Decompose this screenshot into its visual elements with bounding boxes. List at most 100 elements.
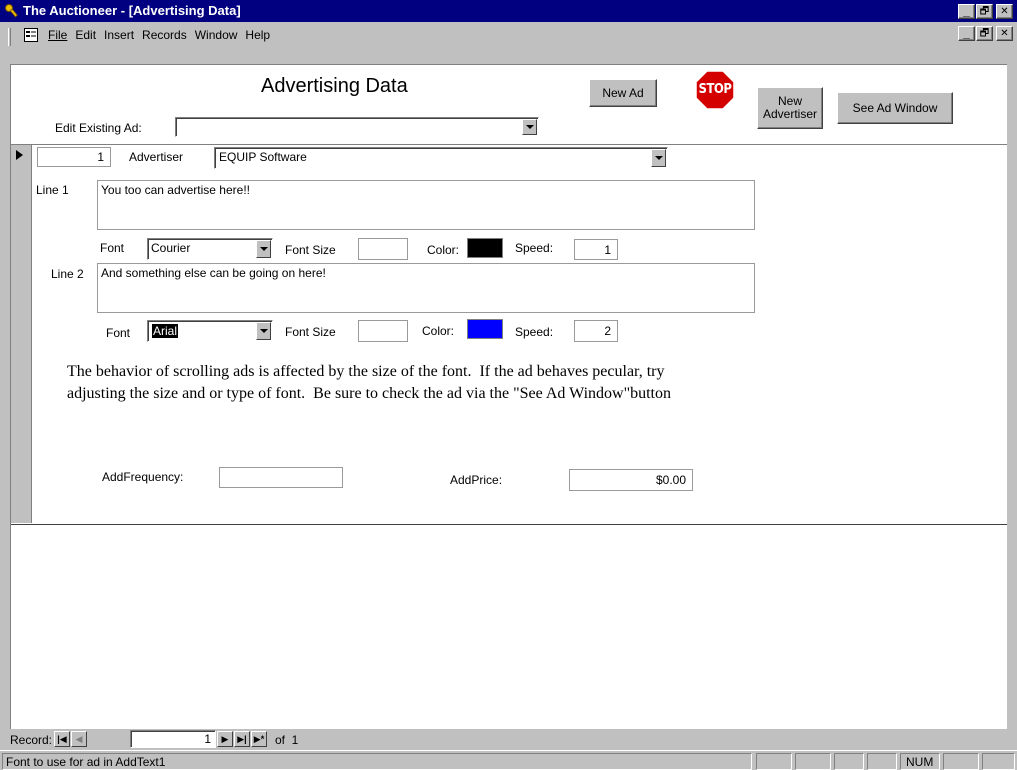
line1-font-label: Font [100,241,125,255]
status-num-panel: NUM [900,753,940,770]
status-message-panel: Font to use for ad in AddText1 [2,753,752,770]
close-icon: ✕ [1000,6,1009,17]
menu-file[interactable]: File [46,28,73,42]
add-price-label: AddPrice: [450,473,503,487]
form-header: Advertising Data New Ad STOP New Adverti… [11,65,1007,145]
add-frequency-label: AddFrequency: [102,470,184,484]
line2-font-label: Font [106,326,131,340]
previous-record-button[interactable]: ◀ [71,731,87,747]
advertiser-label: Advertiser [129,150,184,164]
dropdown-button[interactable] [651,149,666,167]
new-advertiser-button[interactable]: New Advertiser [757,87,823,129]
last-record-button[interactable]: ▶| [234,731,250,747]
form-heading: Advertising Data [261,75,408,97]
menu-help[interactable]: Help [243,28,276,42]
new-record-icon: ▶* [253,733,265,744]
line2-label: Line 2 [51,267,84,281]
line1-font-size-label: Font Size [285,243,336,257]
line2-speed-field[interactable]: 2 [574,320,618,342]
line1-color-label: Color: [427,243,460,257]
line2-color-label: Color: [422,324,455,338]
add-price-field[interactable]: $0.00 [569,469,693,491]
status-bar: Font to use for ad in AddText1 NUM [0,750,1017,770]
app-key-icon[interactable] [4,3,20,19]
line1-speed-label: Speed: [515,241,554,255]
menu-window[interactable]: Window [193,28,244,42]
menu-bar: File Edit Insert Records Window Help _ 🗗… [0,22,1017,64]
dropdown-button[interactable] [522,119,537,135]
restore-icon: 🗗 [979,28,990,39]
new-record-button[interactable]: ▶* [251,731,267,747]
line1-font-combo[interactable]: Courier [147,238,273,260]
minimize-icon: _ [963,4,970,18]
dropdown-button[interactable] [256,322,271,340]
current-record-icon [16,150,23,160]
menu-insert[interactable]: Insert [102,28,140,42]
see-ad-window-button[interactable]: See Ad Window [837,92,953,124]
next-record-button[interactable]: ▶ [217,731,233,747]
detail-section: 1 Advertiser EQUIP Software Line 1 You t… [11,145,1007,525]
chevron-down-icon [654,156,663,160]
close-button[interactable]: ✕ [996,4,1013,19]
record-navigation-bar: Record: |◀ ◀ 1 ▶ ▶| ▶* of 1 [10,729,1007,749]
record-id-field[interactable]: 1 [37,147,111,167]
chevron-down-icon [259,329,268,333]
new-ad-button[interactable]: New Ad [589,79,657,107]
restore-icon: 🗗 [979,6,990,17]
menu-records[interactable]: Records [140,28,193,42]
num-lock-indicator: NUM [906,755,934,769]
advertiser-combo[interactable]: EQUIP Software [214,147,668,169]
record-count: of 1 [275,733,299,747]
line1-font-size-field[interactable] [358,238,408,260]
first-record-icon: |◀ [57,733,67,744]
edit-existing-combo[interactable] [175,117,539,137]
line1-label: Line 1 [36,183,69,197]
add-frequency-field[interactable] [219,467,343,488]
status-message: Font to use for ad in AddText1 [6,755,166,769]
status-panel-6 [982,753,1015,770]
line2-color-swatch[interactable] [467,319,503,339]
record-label: Record: [10,733,53,747]
previous-record-icon: ◀ [75,733,83,744]
chevron-down-icon [525,125,534,129]
close-icon: ✕ [1000,28,1009,39]
status-panel-3 [834,753,864,770]
doc-close-button[interactable]: ✕ [996,26,1013,41]
line1-color-swatch[interactable] [467,238,503,258]
next-record-icon: ▶ [221,733,229,744]
line2-font-combo[interactable]: Arial [147,320,273,342]
record-selector[interactable] [11,145,32,523]
line2-font-size-field[interactable] [358,320,408,342]
first-record-button[interactable]: |◀ [54,731,70,747]
form-area: Advertising Data New Ad STOP New Adverti… [10,64,1007,729]
note-line-2: adjusting the size and or type of font. … [67,385,671,402]
title-bar: The Auctioneer - [Advertising Data] _ 🗗 … [0,0,1017,22]
line1-text-field[interactable]: You too can advertise here!! [97,180,755,230]
window-title: The Auctioneer - [Advertising Data] [23,3,241,18]
form-icon[interactable] [24,28,38,42]
doc-restore-button[interactable]: 🗗 [976,26,993,41]
maximize-button[interactable]: 🗗 [976,4,993,19]
minimize-button[interactable]: _ [958,4,975,19]
menubar-grip [8,28,11,46]
status-panel-4 [867,753,897,770]
line1-speed-field[interactable]: 1 [574,239,618,260]
menu-edit[interactable]: Edit [73,28,102,42]
line2-font-size-label: Font Size [285,325,336,339]
doc-minimize-button[interactable]: _ [958,26,975,41]
minimize-icon: _ [963,26,970,40]
last-record-icon: ▶| [237,733,247,744]
chevron-down-icon [259,247,268,251]
status-panel-1 [756,753,792,770]
menu-items: File Edit Insert Records Window Help [46,28,276,42]
status-panel-5 [943,753,979,770]
current-record-field[interactable]: 1 [130,730,216,748]
note-line-1: The behavior of scrolling ads is affecte… [67,363,665,380]
stop-button[interactable]: STOP [695,70,735,110]
dropdown-button[interactable] [256,240,271,258]
line2-speed-label: Speed: [515,325,554,339]
edit-existing-label: Edit Existing Ad: [55,121,142,135]
line2-text-field[interactable]: And something else can be going on here! [97,263,755,313]
status-panel-2 [795,753,831,770]
font-behavior-note: The behavior of scrolling ads is affecte… [67,361,671,405]
